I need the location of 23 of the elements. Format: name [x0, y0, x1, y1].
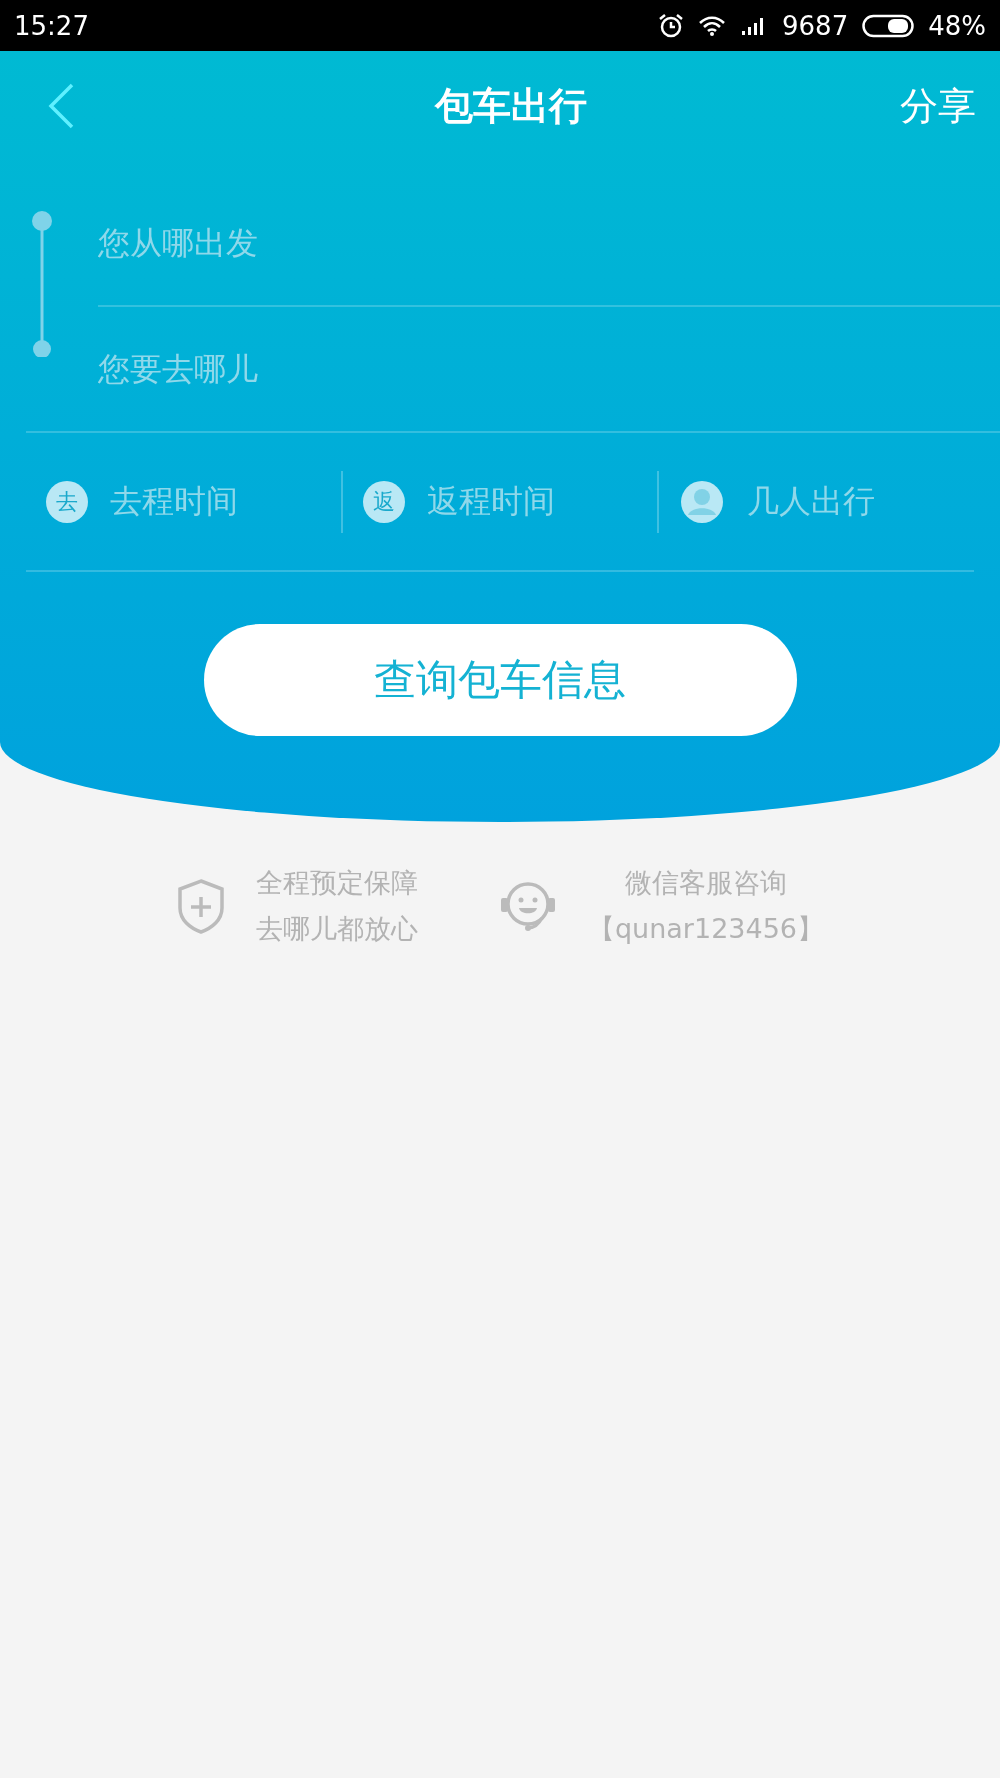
- feature-text: 微信客服咨询: [624, 866, 788, 900]
- circle-badge: 去: [46, 480, 88, 523]
- person-icon: [679, 478, 726, 525]
- feature-text: 去哪儿都放心: [255, 912, 418, 946]
- clock-time: 15:27: [14, 10, 89, 41]
- option-button[interactable]: 几人出行: [657, 470, 974, 533]
- page-title: 包车出行: [435, 82, 587, 130]
- circle-badge: 返: [362, 480, 405, 523]
- network-speed: 9687: [782, 10, 849, 41]
- wifi-icon: [698, 14, 727, 37]
- option-button[interactable]: 返 返程时间: [340, 470, 658, 533]
- battery-icon: [862, 13, 915, 38]
- shield-plus-icon: [175, 878, 226, 934]
- search-button[interactable]: 查询包车信息: [203, 624, 797, 736]
- departure-field[interactable]: 您从哪出发: [98, 181, 1000, 307]
- feature-text: 【qunar123456】: [587, 912, 825, 946]
- battery-percent: 48%: [928, 10, 986, 41]
- destination-field[interactable]: 您要去哪儿: [98, 307, 1000, 431]
- option-button[interactable]: 去 去程时间: [26, 470, 341, 533]
- alarm-icon: [658, 12, 685, 39]
- feature-text: 全程预定保障: [255, 866, 418, 900]
- back-button[interactable]: [46, 82, 76, 130]
- share-button[interactable]: 分享: [900, 80, 976, 132]
